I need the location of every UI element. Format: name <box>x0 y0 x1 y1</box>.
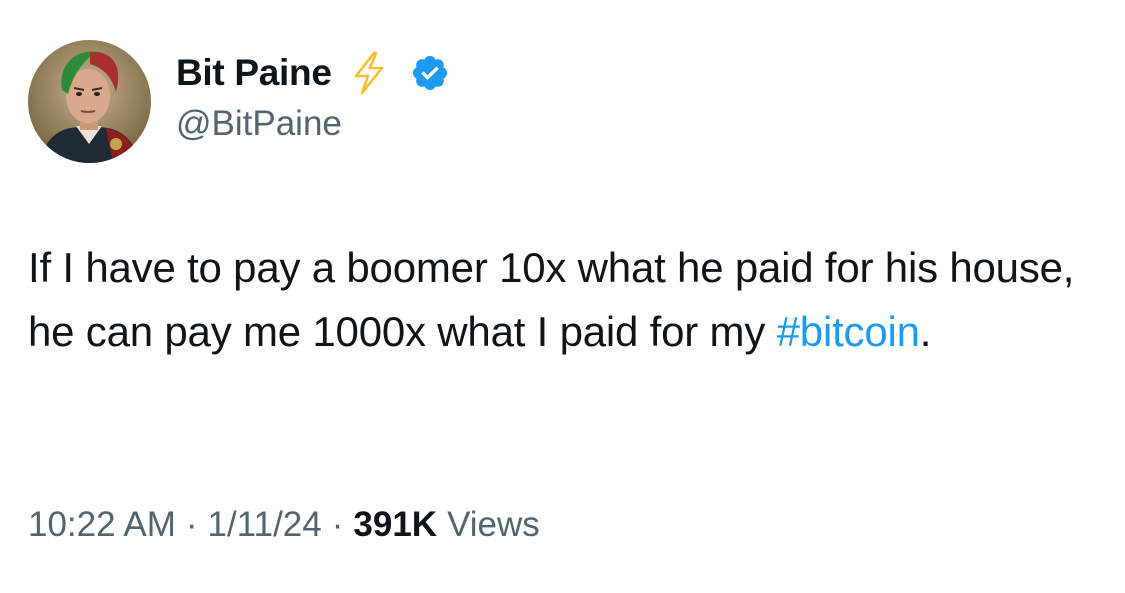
views-count[interactable]: 391K <box>353 505 437 545</box>
meta-separator: · <box>331 505 344 544</box>
lightning-bolt-icon <box>350 51 388 95</box>
verified-badge-icon[interactable] <box>410 53 450 93</box>
hashtag-link[interactable]: #bitcoin <box>777 308 920 355</box>
avatar[interactable] <box>28 40 151 163</box>
views-label: Views <box>447 505 540 544</box>
tweet-date[interactable]: 1/11/24 <box>208 505 322 545</box>
meta-separator: · <box>185 505 198 544</box>
tweet-time[interactable]: 10:22 AM <box>28 505 176 545</box>
author-name-row: Bit Paine <box>176 50 450 96</box>
author-display-name[interactable]: Bit Paine <box>176 52 332 94</box>
tweet-meta: 10:22 AM · 1/11/24 · 391K Views <box>28 505 540 545</box>
tweet-text-end: . <box>919 308 932 355</box>
author-handle[interactable]: @BitPaine <box>176 104 342 144</box>
avatar-portrait-icon <box>28 40 151 163</box>
tweet-text: If I have to pay a boomer 10x what he pa… <box>28 236 1098 364</box>
tweet-card: Bit Paine @BitPaine If I have to pay a b… <box>0 0 1125 593</box>
